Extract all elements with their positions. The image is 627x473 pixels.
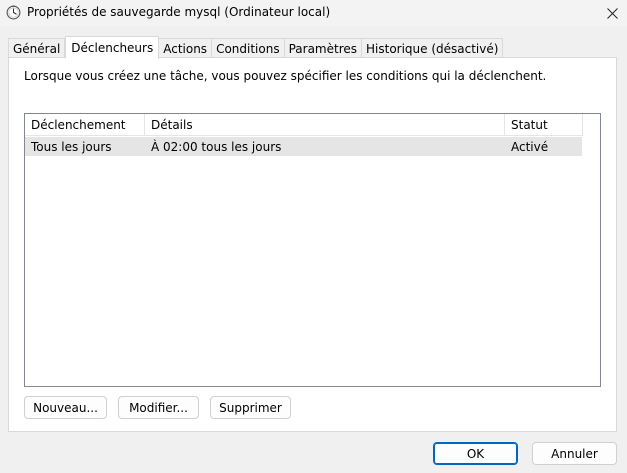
table-row[interactable]: Tous les jours À 02:00 tous les jours Ac… (25, 137, 582, 156)
cancel-button[interactable]: Annuler (532, 442, 617, 465)
triggers-list[interactable]: Déclenchement Détails Statut Tous les jo… (24, 113, 601, 387)
tab-conditions[interactable]: Conditions (212, 38, 285, 59)
tab-settings[interactable]: Paramètres (284, 38, 362, 59)
cell-trigger: Tous les jours (31, 139, 112, 154)
cell-details: À 02:00 tous les jours (151, 139, 282, 154)
list-header: Déclenchement Détails Statut (25, 114, 583, 136)
window-title: Propriétés de sauvegarde mysql (Ordinate… (27, 5, 331, 19)
column-separator[interactable] (582, 114, 583, 136)
delete-trigger-button[interactable]: Supprimer (210, 396, 291, 419)
column-header-details[interactable]: Détails (145, 114, 504, 136)
triggers-description: Lorsque vous créez une tâche, vous pouve… (24, 69, 547, 83)
triggers-panel: Lorsque vous créez une tâche, vous pouve… (8, 57, 617, 432)
close-icon (606, 7, 618, 19)
cell-status: Activé (511, 139, 549, 154)
ok-button[interactable]: OK (433, 442, 518, 465)
title-bar: Propriétés de sauvegarde mysql (Ordinate… (0, 0, 627, 26)
task-scheduler-clock-icon (6, 5, 21, 20)
tab-strip: Général Déclencheurs Actions Conditions … (8, 36, 504, 59)
column-header-trigger[interactable]: Déclenchement (25, 114, 144, 136)
close-button[interactable] (597, 0, 627, 26)
new-trigger-button[interactable]: Nouveau... (24, 396, 107, 419)
column-header-status[interactable]: Statut (505, 114, 582, 136)
tab-triggers[interactable]: Déclencheurs (65, 36, 160, 59)
properties-dialog: Propriétés de sauvegarde mysql (Ordinate… (0, 0, 627, 473)
edit-trigger-button[interactable]: Modifier... (118, 396, 199, 419)
tab-history[interactable]: Historique (désactivé) (362, 38, 504, 59)
tab-general[interactable]: Général (8, 38, 66, 59)
tab-actions[interactable]: Actions (159, 38, 213, 59)
